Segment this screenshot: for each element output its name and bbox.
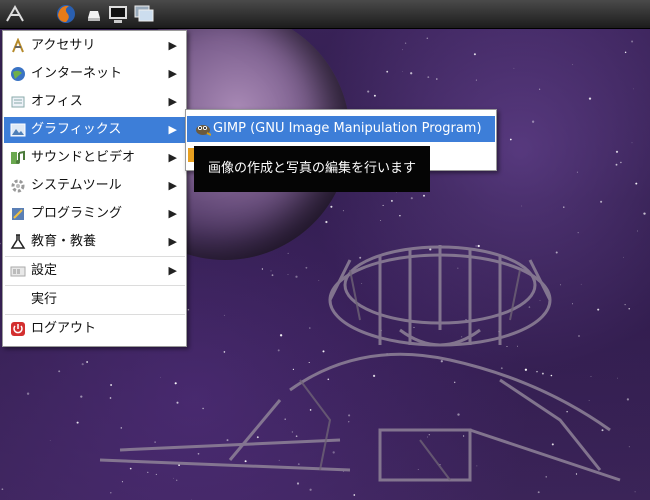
menu-item-graphics[interactable]: グラフィックス ▶ [4,117,185,143]
menu-item-run[interactable]: 実行 [4,287,185,313]
submenu-arrow-icon: ▶ [168,39,177,52]
programming-icon [10,206,26,222]
submenu-arrow-icon: ▶ [168,95,177,108]
menu-item-education[interactable]: 教育・教養 ▶ [4,229,185,255]
settings-icon [10,263,26,279]
submenu-arrow-icon: ▶ [168,207,177,220]
menu-item-system-tools[interactable]: システムツール ▶ [4,173,185,199]
submenu-arrow-icon: ▶ [168,67,177,80]
file-manager-icon[interactable] [84,3,106,25]
menu-item-label: システムツール [31,178,122,193]
submenu-item-gimp[interactable]: GIMP (GNU Image Manipulation Program) [187,116,495,142]
terminal-icon[interactable] [107,3,129,25]
education-flask-icon [10,234,26,250]
menu-item-label: オフィス [31,94,83,109]
application-menu: アクセサリ ▶ インターネット ▶ オフィス ▶ グラフィックス ▶ サウンドと… [2,30,187,347]
menu-item-label: アクセサリ [31,38,96,53]
menu-item-label: 実行 [31,292,58,307]
logout-icon [10,321,26,337]
lxde-menu-icon[interactable] [4,3,26,25]
submenu-item-label: GIMP (GNU Image Manipulation Program) [213,121,482,136]
submenu-arrow-icon: ▶ [168,123,177,136]
menu-item-label: グラフィックス [31,122,122,137]
menu-item-sound-video[interactable]: サウンドとビデオ ▶ [4,145,185,171]
submenu-arrow-icon: ▶ [168,235,177,248]
gimp-icon [193,121,212,137]
menu-separator [5,285,185,286]
submenu-arrow-icon: ▶ [168,179,177,192]
menu-item-office[interactable]: オフィス ▶ [4,89,185,115]
graphics-icon [10,122,26,138]
sound-video-icon [10,150,26,166]
menu-item-settings[interactable]: 設定 ▶ [4,258,185,284]
menu-item-label: 教育・教養 [31,234,97,249]
office-icon [10,94,26,110]
menu-separator [5,314,185,315]
menu-item-label: プログラミング [31,206,123,221]
menu-item-label: 設定 [31,263,58,278]
menu-item-accessories[interactable]: アクセサリ ▶ [4,33,185,59]
submenu-arrow-icon: ▶ [168,264,177,277]
menu-item-programming[interactable]: プログラミング ▶ [4,201,185,227]
menu-item-label: サウンドとビデオ [31,150,136,165]
desktop-switch-icon[interactable] [133,3,155,25]
submenu-arrow-icon: ▶ [168,151,177,164]
menu-separator [5,256,185,257]
system-tools-icon [10,178,26,194]
menu-item-label: ログアウト [31,321,97,336]
menu-item-label: インターネット [31,66,123,81]
internet-globe-icon [10,66,26,82]
tooltip: 画像の作成と写真の編集を行います [194,146,430,192]
top-panel [0,0,650,29]
menu-item-internet[interactable]: インターネット ▶ [4,61,185,87]
firefox-icon[interactable] [55,3,77,25]
accessories-icon [10,37,26,54]
menu-item-logout[interactable]: ログアウト [4,316,185,342]
